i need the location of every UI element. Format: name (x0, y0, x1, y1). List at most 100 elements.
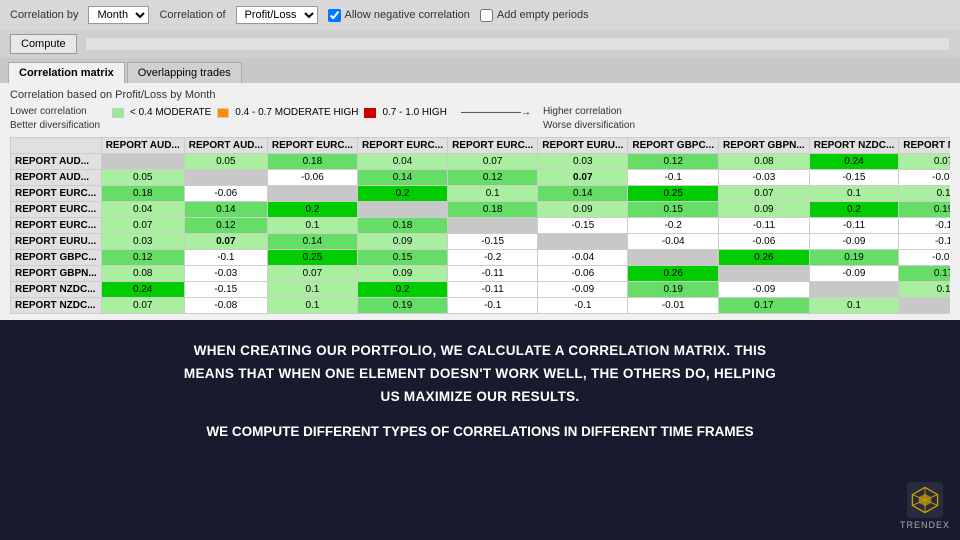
cell: 0.19 (809, 250, 899, 266)
allow-negative-group: Allow negative correlation (328, 9, 470, 22)
cell: -0.06 (719, 234, 810, 250)
cell: -0.09 (809, 234, 899, 250)
cell (538, 234, 628, 250)
cell (267, 186, 357, 202)
allow-negative-label: Allow negative correlation (345, 9, 470, 21)
table-row: REPORT EURC... 0.04 0.14 0.2 0.18 0.09 0… (11, 202, 951, 218)
cell: 0.17 (899, 266, 950, 282)
tab-overlapping-trades[interactable]: Overlapping trades (127, 62, 242, 83)
cell (719, 266, 810, 282)
cell: 0.2 (809, 202, 899, 218)
cell: -0.15 (184, 282, 267, 298)
cell: 0.07 (448, 154, 538, 170)
cell: 0.1 (267, 298, 357, 314)
cell: 0.14 (184, 202, 267, 218)
correlation-by-label: Correlation by (10, 9, 78, 21)
add-empty-label: Add empty periods (497, 9, 589, 21)
col-header-3: REPORT EURC... (267, 138, 357, 154)
cell: -0.03 (719, 170, 810, 186)
cell: 0.1 (267, 282, 357, 298)
col-header-10: REPORT NZDC... (899, 138, 950, 154)
cell: 0.17 (719, 298, 810, 314)
table-row: REPORT NZDC... 0.24 -0.15 0.1 0.2 -0.11 … (11, 282, 951, 298)
col-header-empty (11, 138, 102, 154)
cell: -0.11 (809, 218, 899, 234)
cell: 0.09 (357, 234, 447, 250)
cell (101, 154, 184, 170)
cell: 0.19 (628, 282, 719, 298)
cell (899, 298, 950, 314)
cell: 0.18 (448, 202, 538, 218)
cell: 0.03 (538, 154, 628, 170)
toolbar: Correlation by Month Correlation of Prof… (0, 0, 960, 30)
cell: 0.18 (357, 218, 447, 234)
col-header-9: REPORT NZDC... (809, 138, 899, 154)
add-empty-checkbox[interactable] (480, 9, 493, 22)
col-header-6: REPORT EURU... (538, 138, 628, 154)
cell: 0.19 (357, 298, 447, 314)
cell: -0.09 (538, 282, 628, 298)
cell: -0.08 (184, 298, 267, 314)
high-legend-label: 0.7 - 1.0 HIGH (382, 107, 446, 118)
cell: 0.07 (101, 218, 184, 234)
tab-correlation-matrix[interactable]: Correlation matrix (8, 62, 125, 83)
cell: 0.26 (628, 266, 719, 282)
moderate-legend-label: < 0.4 MODERATE (130, 107, 211, 118)
cell: -0.11 (448, 266, 538, 282)
cell: -0.08 (899, 170, 950, 186)
cell: 0.14 (538, 186, 628, 202)
col-header-5: REPORT EURC... (448, 138, 538, 154)
cell: -0.04 (538, 250, 628, 266)
cell: -0.1 (899, 234, 950, 250)
row-label: REPORT EURU... (11, 234, 102, 250)
table-row: REPORT EURC... 0.18 -0.06 0.2 0.1 0.14 0… (11, 186, 951, 202)
row-label: REPORT EURC... (11, 186, 102, 202)
row-label: REPORT EURC... (11, 218, 102, 234)
cell: 0.09 (357, 266, 447, 282)
cell: 0.05 (101, 170, 184, 186)
allow-negative-checkbox[interactable] (328, 9, 341, 22)
cell: 0.18 (267, 154, 357, 170)
cell: -0.01 (899, 250, 950, 266)
moderate-high-legend-box (217, 108, 229, 118)
cell: -0.11 (448, 282, 538, 298)
correlation-by-select[interactable]: Month (88, 6, 149, 24)
table-row: REPORT AUD... 0.05 -0.06 0.14 0.12 0.07 … (11, 170, 951, 186)
cell (628, 250, 719, 266)
cell: 0.26 (719, 250, 810, 266)
cell: -0.1 (899, 218, 950, 234)
cell: 0.14 (357, 170, 447, 186)
correlation-of-select[interactable]: Profit/Loss (236, 6, 318, 24)
content-panel: Correlation based on Profit/Loss by Mont… (0, 83, 960, 320)
cell (184, 170, 267, 186)
cell: 0.1 (899, 186, 950, 202)
higher-correlation-text: Higher correlation Worse diversification (543, 105, 635, 133)
arrow-indicator: ——————→ (461, 107, 531, 118)
cell: -0.09 (809, 266, 899, 282)
cell: -0.03 (184, 266, 267, 282)
cell: -0.1 (538, 298, 628, 314)
cell: 0.12 (628, 154, 719, 170)
row-label: REPORT AUD... (11, 154, 102, 170)
compute-button[interactable]: Compute (10, 34, 77, 54)
trendex-logo: TRENDEX (900, 482, 950, 530)
lower-correlation-text: Lower correlation Better diversification (10, 105, 100, 133)
cell: -0.06 (538, 266, 628, 282)
cell: -0.15 (448, 234, 538, 250)
tab-bar: Correlation matrix Overlapping trades (0, 58, 960, 83)
progress-bar (85, 37, 950, 51)
cell (809, 282, 899, 298)
correlation-of-label: Correlation of (159, 9, 225, 21)
trendex-logo-text: TRENDEX (900, 520, 950, 530)
col-header-7: REPORT GBPC... (628, 138, 719, 154)
cell: 0.12 (184, 218, 267, 234)
cell: 0.25 (267, 250, 357, 266)
col-header-1: REPORT AUD... (101, 138, 184, 154)
cell: 0.04 (357, 154, 447, 170)
table-row: REPORT EURC... 0.07 0.12 0.1 0.18 -0.15 … (11, 218, 951, 234)
correlation-matrix: REPORT AUD... REPORT AUD... REPORT EURC.… (10, 137, 950, 314)
cell: 0.09 (538, 202, 628, 218)
cell: 0.05 (184, 154, 267, 170)
trendex-logo-icon (907, 482, 943, 518)
cell: 0.15 (628, 202, 719, 218)
